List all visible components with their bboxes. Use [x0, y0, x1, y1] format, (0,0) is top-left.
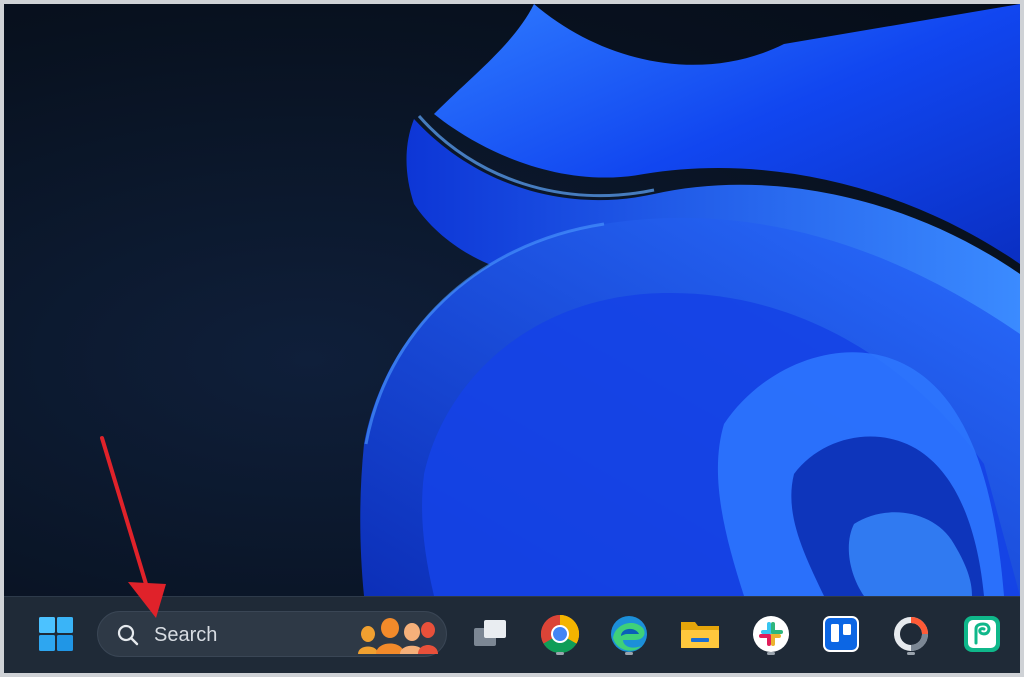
taskbar-app-slack[interactable]: [747, 610, 795, 658]
desktop-wallpaper: [4, 4, 1020, 596]
edge-icon: [611, 616, 647, 652]
search-icon: [117, 624, 139, 646]
taskbar-app-trello[interactable]: [817, 610, 865, 658]
search-highlight-people-icon: [358, 618, 438, 654]
pushbullet-icon: [964, 616, 1000, 652]
slack-icon: [753, 616, 789, 652]
taskbar-app-pushbullet[interactable]: [958, 610, 1006, 658]
taskbar-app-edge[interactable]: [605, 610, 653, 658]
running-indicator: [907, 652, 915, 655]
taskbar-app-chrome[interactable]: [536, 610, 584, 658]
wallpaper-bloom: [360, 4, 1020, 596]
taskbar-app-circle[interactable]: [887, 610, 935, 658]
running-indicator: [625, 652, 633, 655]
start-button[interactable]: [32, 610, 80, 658]
screenshot-frame: Search: [4, 4, 1020, 673]
taskbar-app-task-view[interactable]: [466, 610, 514, 658]
taskbar-app-file-explorer[interactable]: [676, 610, 724, 658]
search-placeholder: Search: [154, 624, 218, 646]
taskbar: Search: [4, 596, 1020, 673]
taskbar-search-box[interactable]: Search: [97, 611, 447, 657]
chrome-icon: [540, 614, 580, 654]
windows-start-icon: [39, 617, 73, 651]
trello-icon: [823, 616, 859, 652]
running-indicator: [767, 652, 775, 655]
running-indicator: [556, 652, 564, 655]
file-explorer-icon: [681, 622, 719, 648]
task-view-icon: [474, 620, 506, 646]
circle-app-icon: [894, 617, 928, 651]
